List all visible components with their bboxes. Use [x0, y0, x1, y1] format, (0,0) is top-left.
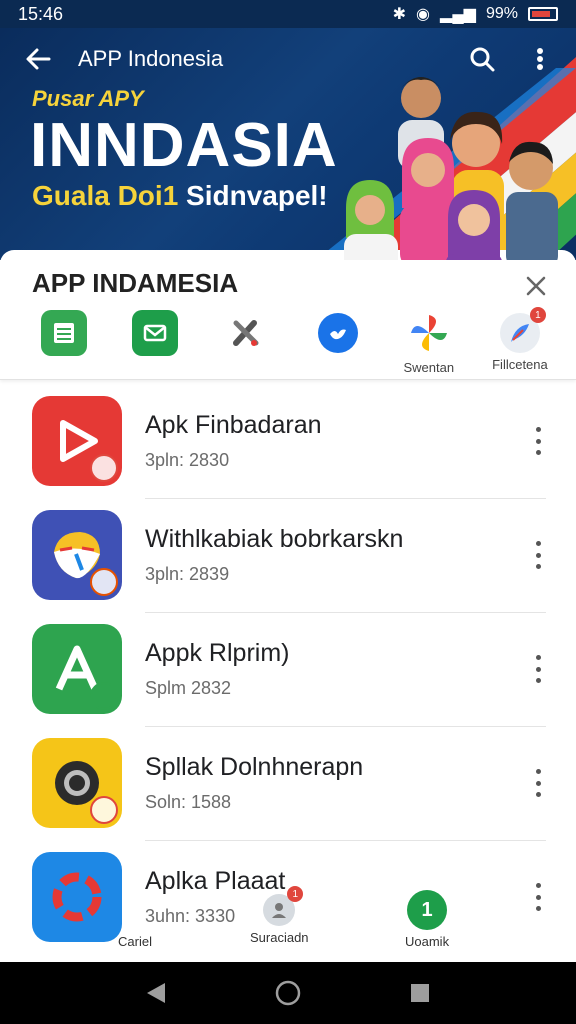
share-target-sheets[interactable] [36, 310, 92, 375]
bird-icon [317, 313, 358, 353]
cancel-tab[interactable]: Cariel [118, 930, 152, 949]
tools-icon [223, 310, 269, 356]
list-item[interactable]: Withlkabiak bobrkarskn 3pln: 2839 [0, 498, 576, 612]
square-recents-icon [411, 984, 429, 1002]
share-target-mail[interactable] [127, 310, 183, 375]
app-meta: 3pln: 2830 [145, 450, 230, 470]
share-target-feather[interactable]: 1 Fillcetena [492, 307, 548, 375]
hero-title: INNDASIA [30, 111, 338, 180]
download-number: 1 [421, 898, 433, 921]
item-more-button[interactable] [528, 427, 548, 455]
download-icon: 1 [407, 890, 448, 930]
search-button[interactable] [462, 39, 502, 79]
download-label: Uoamik [405, 934, 450, 949]
battery-icon [528, 7, 558, 21]
list-item[interactable]: Apk Finbadaran 3pln: 2830 [0, 384, 576, 498]
app-list: Apk Finbadaran 3pln: 2830 Withlkabiak bo… [0, 384, 576, 954]
download-tab[interactable]: 1 Uoamik [405, 890, 449, 949]
more-vert-icon [537, 48, 543, 70]
list-item[interactable]: Spllak Dolnhnerapn Soln: 1588 [0, 726, 576, 840]
badge-icon [90, 682, 118, 710]
app-meta: Splm 2832 [145, 678, 232, 698]
share-target-pinwheel[interactable]: Swentan [401, 310, 457, 375]
badge-icon [90, 568, 118, 596]
search-tab[interactable]: 1 Suraciadn [250, 886, 309, 945]
item-more-button[interactable] [528, 655, 548, 683]
app-meta: 3pln: 2839 [145, 564, 230, 584]
share-target-label: Swentan [403, 360, 455, 375]
badge-icon [90, 454, 118, 482]
status-time: 15:46 [18, 3, 64, 24]
item-more-button[interactable] [528, 769, 548, 797]
search-label: Suraciadn [250, 930, 309, 945]
status-icons: ✱ ◉ ▂▄▆ 99% [393, 4, 558, 24]
contacts-icon: 1 [263, 886, 304, 926]
notification-badge: 1 [529, 307, 546, 323]
app-bar: APP Indonesia [0, 28, 576, 90]
share-sheet-title: APP INDAMESIA [32, 268, 239, 298]
badge-icon [90, 796, 118, 824]
hero-subtitle-a: Guala Doi1 [32, 180, 179, 211]
cancel-label: Cariel [118, 934, 152, 949]
wifi-icon: ◉ [416, 6, 431, 23]
signal-icon: ▂▄▆ [440, 6, 476, 23]
system-nav-bar [0, 962, 576, 1024]
status-bar: 15:46 ✱ ◉ ▂▄▆ 99% [0, 0, 576, 28]
sheets-icon [41, 310, 87, 356]
hero-subtitle: Guala Doi1 Sidnvapel! [32, 180, 328, 212]
search-icon [470, 47, 495, 72]
app-name: Withlkabiak bobrkarskn [145, 525, 404, 553]
nav-home-button[interactable] [264, 969, 312, 1017]
app-name: Apk Finbadaran [145, 411, 322, 439]
share-sheet: APP INDAMESIA Swentan 1 Fillcetena Apk F… [0, 250, 576, 962]
battery-percent: 99% [485, 5, 518, 22]
back-button[interactable] [16, 37, 60, 81]
share-target-label: Fillcetena [492, 357, 548, 372]
play-icon [32, 396, 122, 486]
app-bar-title: APP Indonesia [78, 46, 224, 71]
share-targets-row: Swentan 1 Fillcetena [0, 307, 576, 375]
face-icon [32, 510, 122, 600]
notification-badge: 1 [287, 886, 304, 902]
nav-recents-button[interactable] [396, 969, 444, 1017]
a-letter-icon [32, 624, 122, 714]
bluetooth-icon: ✱ [392, 6, 407, 23]
hero-subtitle-b: Sidnvapel! [186, 180, 328, 211]
app-name: Appk Rlprim) [145, 639, 290, 667]
pinwheel-icon [406, 310, 452, 356]
list-item[interactable]: Appk Rlprim) Splm 2832 [0, 612, 576, 726]
share-target-tools[interactable] [218, 310, 274, 375]
mail-icon [132, 310, 179, 356]
app-name: Spllak Dolnhnerapn [145, 753, 364, 781]
circle-home-icon [275, 980, 301, 1006]
hero-banner: APP Indonesia Pusar APY INNDASIA Guala D… [0, 28, 576, 260]
feather-icon: 1 [499, 307, 546, 353]
bottom-actions: Cariel 1 Suraciadn 1 Uoamik [0, 878, 576, 958]
nav-back-button[interactable] [132, 969, 180, 1017]
share-sheet-header: APP INDAMESIA Swentan 1 Fillcetena [0, 250, 576, 380]
app-meta: Soln: 1588 [145, 792, 232, 812]
close-icon [526, 276, 546, 296]
item-more-button[interactable] [528, 541, 548, 569]
camera-lens-icon [32, 738, 122, 828]
arrow-back-icon [26, 48, 51, 70]
share-target-bird[interactable] [310, 310, 366, 375]
close-button[interactable] [518, 268, 554, 304]
triangle-back-icon [147, 983, 165, 1003]
overflow-menu-button[interactable] [520, 39, 560, 79]
